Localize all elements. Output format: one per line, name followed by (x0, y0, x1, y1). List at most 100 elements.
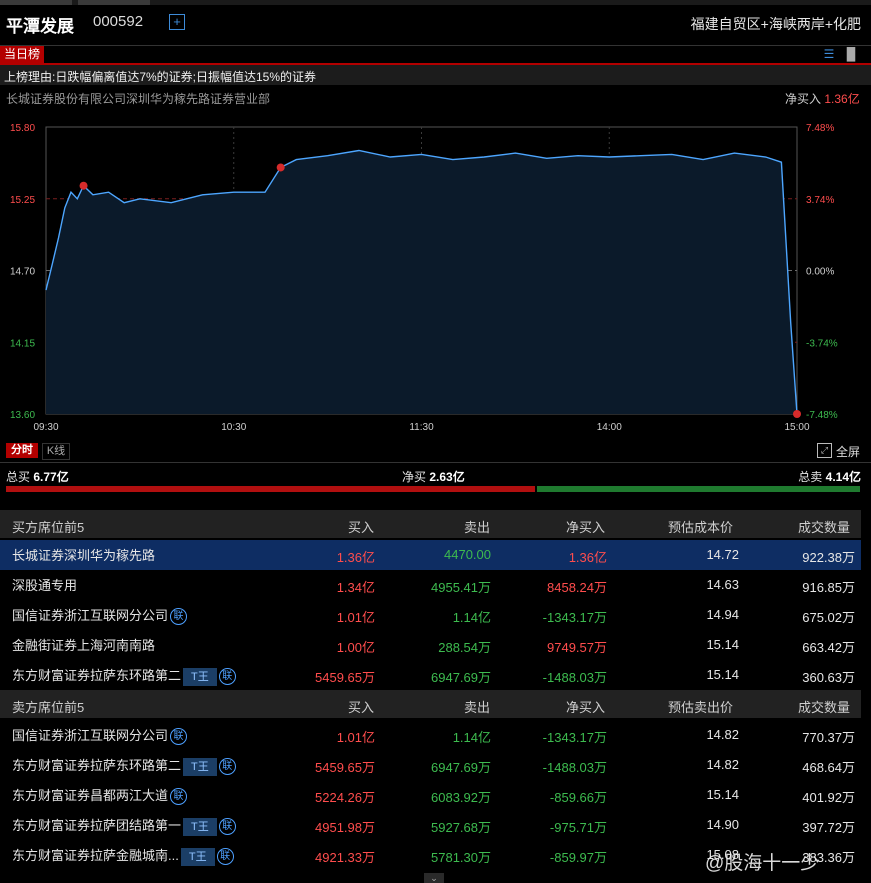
seat-name[interactable]: 金融街证券上海河南南路 (12, 638, 155, 653)
seat-cell: 东方财富证券拉萨团结路第一 T王联 (12, 815, 236, 836)
table-row[interactable]: 深股通专用 1.34亿 4955.41万 8458.24万 14.63 916.85万 (0, 570, 861, 600)
col-volume[interactable]: 成交数量 (798, 517, 850, 536)
net-amount: -859.97万 (549, 850, 607, 865)
volume: 663.42万 (802, 640, 855, 655)
table-row[interactable]: 东方财富证券拉萨团结路第一 T王联 4951.98万 5927.68万 -975.71万… (0, 810, 861, 840)
total-sell-value: 4.14亿 (825, 470, 861, 484)
linked-badge-icon[interactable]: 联 (218, 818, 236, 836)
net-amount: 9749.57万 (547, 640, 607, 655)
x-tick-label: 14:00 (597, 422, 622, 433)
seat-name[interactable]: 东方财富证券拉萨团结路第一 (12, 818, 181, 833)
trade-marker[interactable] (79, 181, 88, 190)
net-amount: -859.66万 (549, 790, 607, 805)
est-price: 15.14 (706, 637, 739, 652)
col-sell[interactable]: 卖出 (464, 697, 490, 716)
col-volume[interactable]: 成交数量 (798, 697, 850, 716)
divider (0, 462, 871, 463)
col-buy[interactable]: 买入 (348, 517, 374, 536)
seat-cell: 深股通专用 (12, 575, 77, 594)
list-icon[interactable]: ☰ (820, 46, 838, 62)
seat-name[interactable]: 国信证券浙江互联网分公司 (12, 728, 168, 743)
trade-marker[interactable] (276, 163, 285, 172)
sell-amount: 6947.69万 (431, 760, 491, 775)
seat-cell: 金融街证券上海河南南路 (12, 635, 155, 654)
table-row[interactable]: 国信证券浙江互联网分公司联 1.01亿 1.14亿 -1343.17万 14.94 675… (0, 600, 861, 630)
sell-amount: 288.54万 (438, 640, 491, 655)
col-est-cost[interactable]: 预估成本价 (668, 517, 733, 536)
t-king-badge[interactable]: T王 (183, 667, 217, 686)
net-amount: -975.71万 (549, 820, 607, 835)
net-amount: -1488.03万 (542, 670, 607, 685)
seat-name[interactable]: 东方财富证券拉萨东环路第二 (12, 668, 181, 683)
buy-amount: 5459.65万 (315, 760, 375, 775)
seat-name[interactable]: 东方财富证券拉萨东环路第二 (12, 758, 181, 773)
sell-table-header: 卖方席位前5 买入 卖出 净买入 预估卖出价 成交数量 (0, 690, 861, 718)
seat-name[interactable]: 国信证券浙江互联网分公司 (12, 608, 168, 623)
seat-name[interactable]: 东方财富证券昌都两江大道 (12, 788, 168, 803)
add-watchlist-button[interactable]: + (169, 14, 185, 30)
col-buy[interactable]: 买入 (348, 697, 374, 716)
seat-cell: 东方财富证券拉萨东环路第二 T王联 (12, 755, 236, 776)
trade-marker[interactable] (793, 410, 801, 418)
table-row[interactable]: 东方财富证券昌都两江大道联 5224.26万 6083.92万 -859.66万 15.… (0, 780, 861, 810)
table-row[interactable]: 长城证券深圳华为稼先路 1.36亿 4470.00 1.36亿 14.72 922.38万 (0, 540, 861, 570)
buy-amount: 5224.26万 (315, 790, 375, 805)
total-sell: 总卖 4.14亿 (798, 468, 861, 485)
sell-amount: 5781.30万 (431, 850, 491, 865)
linked-badge-icon[interactable]: 联 (170, 788, 188, 806)
table-row[interactable]: 金融街证券上海河南南路 1.00亿 288.54万 9749.57万 15.14 663.… (0, 630, 861, 660)
linked-badge-icon[interactable]: 联 (216, 848, 234, 866)
linked-badge-icon[interactable]: 联 (218, 758, 236, 776)
seat-name[interactable]: 长城证券深圳华为稼先路 (12, 548, 155, 563)
net-buy-value: 1.36亿 (824, 92, 860, 106)
linked-badge-icon[interactable]: 联 (218, 668, 236, 686)
sell-amount: 4955.41万 (431, 580, 491, 595)
col-est-sell-price[interactable]: 预估卖出价 (668, 697, 733, 716)
linked-badge-icon[interactable]: 联 (170, 728, 188, 746)
col-net[interactable]: 净买入 (566, 517, 605, 536)
fullscreen-icon[interactable]: ⤢ (817, 443, 832, 458)
net-amount: 8458.24万 (547, 580, 607, 595)
net-amount: 1.36亿 (568, 550, 607, 565)
t-king-badge[interactable]: T王 (183, 817, 217, 836)
x-tick-label: 11:30 (409, 422, 434, 433)
scroll-down-button[interactable]: ⌄ (424, 873, 444, 883)
buy-amount: 1.01亿 (336, 610, 375, 625)
net-buy-label: 净买入 (785, 92, 822, 106)
sell-amount: 6947.69万 (431, 670, 491, 685)
stock-code: 000592 (93, 13, 144, 30)
y-tick-label-right: -7.48% (806, 410, 838, 421)
linked-badge-icon[interactable]: 联 (170, 608, 188, 626)
volume: 675.02万 (802, 610, 855, 625)
divider (0, 45, 871, 46)
seat-name[interactable]: 东方财富证券拉萨金融城南... (12, 848, 179, 863)
volume: 916.85万 (802, 580, 855, 595)
sell-amount: 4470.00 (444, 547, 491, 562)
sell-amount: 5927.68万 (431, 820, 491, 835)
net-amount: -1343.17万 (542, 730, 607, 745)
stock-name: 平潭发展 (6, 17, 74, 36)
t-king-badge[interactable]: T王 (183, 757, 217, 776)
sell-amount: 1.14亿 (452, 730, 491, 745)
table-row[interactable]: 东方财富证券拉萨东环路第二 T王联 5459.65万 6947.69万 -1488.03… (0, 660, 861, 690)
col-sell[interactable]: 卖出 (464, 517, 490, 536)
buy-amount: 1.36亿 (336, 550, 375, 565)
tab-kline[interactable]: K线 (42, 443, 70, 460)
tab-intraday[interactable]: 分时 (6, 443, 38, 458)
daily-board-tab[interactable]: 当日榜 (0, 46, 44, 63)
watermark: @股海十一少 (705, 853, 820, 874)
y-tick-label-left: 15.80 (10, 123, 35, 134)
bar-chart-icon[interactable]: ▐▌ (842, 46, 860, 62)
volume: 468.64万 (802, 760, 855, 775)
fullscreen-label[interactable]: 全屏 (836, 443, 860, 460)
seat-cell: 国信证券浙江互联网分公司联 (12, 725, 188, 746)
table-row[interactable]: 国信证券浙江互联网分公司联 1.01亿 1.14亿 -1343.17万 14.82 770… (0, 720, 861, 750)
intraday-chart[interactable]: 15.80 7.48% 15.25 3.74% 14.70 0.00% 14.15 -3.74… (0, 112, 871, 442)
seat-name[interactable]: 深股通专用 (12, 578, 77, 593)
concept-tags[interactable]: 福建自贸区+海峡两岸+化肥 (691, 14, 861, 34)
table-row[interactable]: 东方财富证券拉萨东环路第二 T王联 5459.65万 6947.69万 -1488.03… (0, 750, 861, 780)
col-net[interactable]: 净买入 (566, 697, 605, 716)
buy-amount: 4921.33万 (315, 850, 375, 865)
t-king-badge[interactable]: T王 (180, 847, 215, 866)
col-sell-seats: 卖方席位前5 (12, 700, 85, 715)
